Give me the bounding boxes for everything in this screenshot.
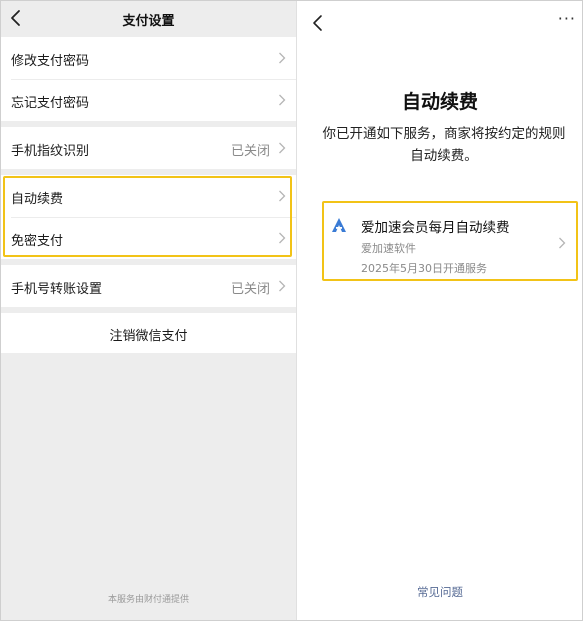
- settings-group-fingerprint: 手机指纹识别 已关闭: [1, 127, 296, 169]
- settings-row-password-free-payment[interactable]: 免密支付: [1, 217, 296, 259]
- more-menu-icon[interactable]: ···: [558, 9, 576, 28]
- cancel-label: 注销微信支付: [109, 329, 188, 344]
- row-status-value: 已关闭: [230, 282, 270, 297]
- a-logo-icon: [332, 218, 346, 232]
- chevron-right-icon: [559, 237, 566, 249]
- row-status-value: 已关闭: [230, 144, 270, 159]
- row-label: 免密支付: [11, 234, 64, 249]
- page-title: 自动续费: [401, 91, 478, 113]
- settings-row-forgot-password[interactable]: 忘记支付密码: [1, 79, 296, 121]
- chevron-right-icon: [279, 142, 286, 154]
- row-label: 手机指纹识别: [11, 144, 90, 159]
- settings-row-auto-renewal[interactable]: 自动续费: [1, 175, 296, 217]
- chevron-right-icon: [279, 94, 286, 106]
- settings-row-fingerprint[interactable]: 手机指纹识别 已关闭: [1, 127, 296, 169]
- row-label: 修改支付密码: [11, 54, 90, 69]
- chevron-right-icon: [279, 232, 286, 244]
- row-label: 忘记支付密码: [11, 96, 90, 111]
- cancel-wechat-pay-button[interactable]: 注销微信支付: [1, 313, 296, 353]
- service-vendor: 爱加速软件: [361, 242, 416, 255]
- back-arrow-icon[interactable]: [311, 13, 325, 33]
- chevron-right-icon: [279, 190, 286, 202]
- service-start-date: 2025年5月30日开通服务: [361, 262, 487, 275]
- auto-renewal-panel: ··· 自动续费 你已开通如下服务，商家将按约定的规则自动续费。 爱加速会员每月…: [296, 1, 582, 620]
- chevron-right-icon: [279, 52, 286, 64]
- row-label: 手机号转账设置: [11, 282, 103, 297]
- faq-link[interactable]: 常见问题: [297, 584, 583, 600]
- chevron-right-icon: [279, 280, 286, 292]
- page-title: 支付设置: [122, 14, 175, 29]
- page-description: 你已开通如下服务，商家将按约定的规则自动续费。: [322, 126, 566, 164]
- settings-row-phone-transfer[interactable]: 手机号转账设置 已关闭: [1, 265, 296, 307]
- left-header: 支付设置: [1, 1, 296, 35]
- payment-settings-panel: 支付设置 修改支付密码 忘记支付密码 手机指纹识别 已关闭 自动续费 免密支付: [1, 1, 296, 620]
- settings-group-transfer: 手机号转账设置 已关闭: [1, 265, 296, 307]
- row-label: 自动续费: [11, 192, 64, 207]
- service-item[interactable]: 爱加速会员每月自动续费 爱加速软件 2025年5月30日开通服务: [322, 201, 578, 281]
- settings-row-change-password[interactable]: 修改支付密码: [1, 37, 296, 79]
- provider-footer: 本服务由财付通提供: [107, 595, 189, 605]
- settings-group-auto-payments: 自动续费 免密支付: [1, 175, 296, 259]
- service-name: 爱加速会员每月自动续费: [361, 220, 510, 236]
- settings-group-password: 修改支付密码 忘记支付密码: [1, 37, 296, 121]
